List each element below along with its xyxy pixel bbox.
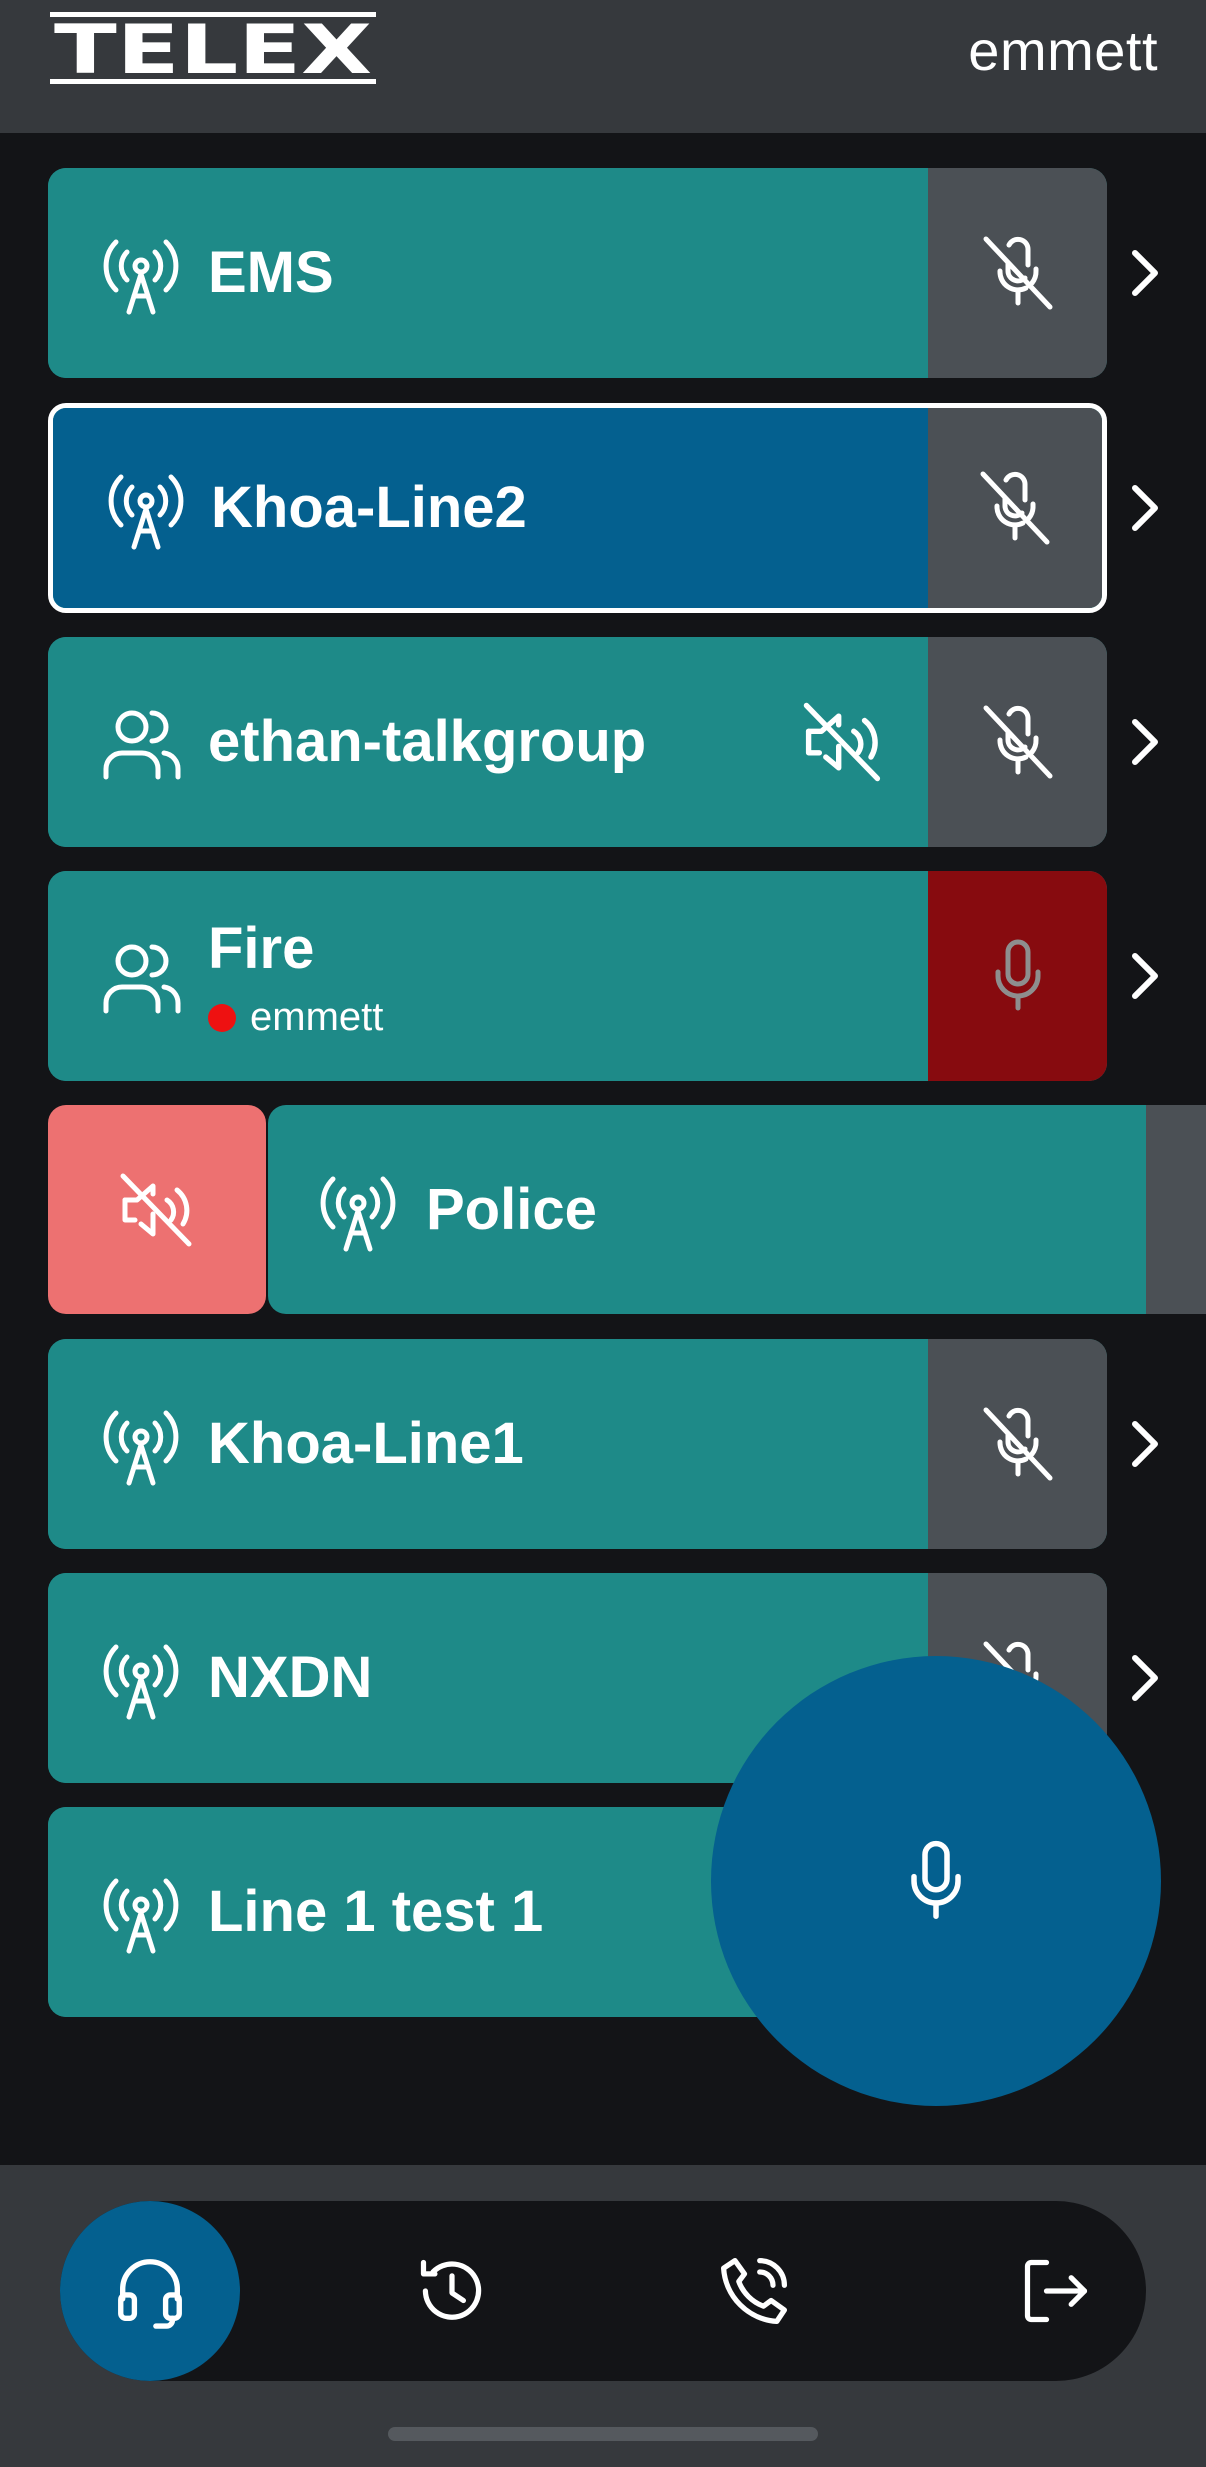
headset-icon (118, 2259, 182, 2329)
bottom-bar (0, 2165, 1206, 2467)
channel-select-area[interactable]: Khoa-Line1 (48, 1339, 928, 1549)
channel-select-area[interactable]: Khoa-Line2 (53, 408, 933, 608)
mic-icon (978, 936, 1058, 1016)
radio-tower-icon (96, 1867, 186, 1957)
channel-row-police[interactable]: Police (268, 1105, 1206, 1314)
ptt-button[interactable] (928, 408, 1102, 608)
speaker-mute-icon (117, 1170, 197, 1250)
channel-label: NXDN (208, 1645, 373, 1710)
radio-tower-icon (101, 463, 191, 553)
phone-call-icon (720, 2257, 788, 2325)
ptt-button[interactable] (1146, 1105, 1206, 1314)
ptt-button[interactable] (928, 1339, 1107, 1549)
talker-indicator-dot (208, 1003, 236, 1032)
channel-label: Khoa-Line2 (211, 475, 527, 540)
chevron-right-icon[interactable] (1125, 712, 1165, 772)
push-to-talk-fab[interactable] (711, 1656, 1161, 2106)
chevron-right-icon[interactable] (1125, 478, 1165, 538)
channel-label: Line 1 test 1 (208, 1879, 544, 1944)
channel-row-ethan-talkgroup[interactable]: ethan-talkgroup (48, 637, 1107, 847)
channel-row-ems[interactable]: EMS (48, 168, 1107, 378)
chevron-right-icon[interactable] (1125, 243, 1165, 303)
group-icon (96, 697, 186, 787)
channel-row-khoa-line2[interactable]: Khoa-Line2 (48, 403, 1107, 613)
nav-logout-button[interactable] (966, 2201, 1146, 2381)
logout-icon (1024, 2259, 1088, 2323)
chevron-right-icon[interactable] (1125, 946, 1165, 1006)
channel-select-area[interactable]: EMS (48, 168, 928, 378)
mic-off-icon (978, 1404, 1058, 1484)
mic-off-icon (975, 468, 1055, 548)
talker-name: emmett (250, 995, 384, 1039)
channel-label: Police (426, 1177, 597, 1242)
radio-tower-icon (96, 1399, 186, 1489)
speaker-mute-icon (800, 699, 886, 785)
channel-label: Fire (208, 916, 315, 981)
nav-history-button[interactable] (362, 2201, 542, 2381)
telex-logo: TELEX (48, 10, 378, 86)
history-icon (420, 2259, 482, 2320)
ptt-button-active[interactable] (928, 871, 1107, 1081)
radio-tower-icon (96, 228, 186, 318)
ptt-button[interactable] (928, 637, 1107, 847)
channel-row-khoa-line1[interactable]: Khoa-Line1 (48, 1339, 1107, 1549)
group-icon (96, 931, 186, 1021)
home-indicator (388, 2427, 818, 2441)
telex-logo-image: TELEX (50, 11, 376, 86)
mic-off-icon (978, 702, 1058, 782)
ptt-button[interactable] (928, 168, 1107, 378)
logo-text: TELEX (54, 11, 372, 86)
channel-select-area[interactable]: ethan-talkgroup (48, 637, 928, 847)
active-talker: emmett (208, 995, 383, 1040)
chevron-right-icon[interactable] (1125, 1414, 1165, 1474)
radio-tower-icon (96, 1633, 186, 1723)
channel-label: Khoa-Line1 (208, 1411, 524, 1476)
swipe-mute-button[interactable] (48, 1105, 266, 1314)
mic-off-icon (978, 233, 1058, 313)
username: emmett (968, 19, 1158, 82)
nav-calls-button[interactable] (664, 2201, 844, 2381)
chevron-right-icon[interactable] (1125, 1648, 1165, 1708)
channel-label: ethan-talkgroup (208, 709, 647, 774)
channel-label: EMS (208, 240, 334, 305)
mic-icon (892, 1837, 980, 1925)
channel-select-area[interactable]: Fire emmett (48, 871, 928, 1081)
app-header: TELEX emmett (0, 0, 1206, 133)
bottom-nav (60, 2201, 1146, 2381)
nav-headset-button[interactable] (60, 2201, 240, 2381)
channel-row-fire[interactable]: Fire emmett (48, 871, 1107, 1081)
radio-tower-icon (313, 1165, 403, 1255)
